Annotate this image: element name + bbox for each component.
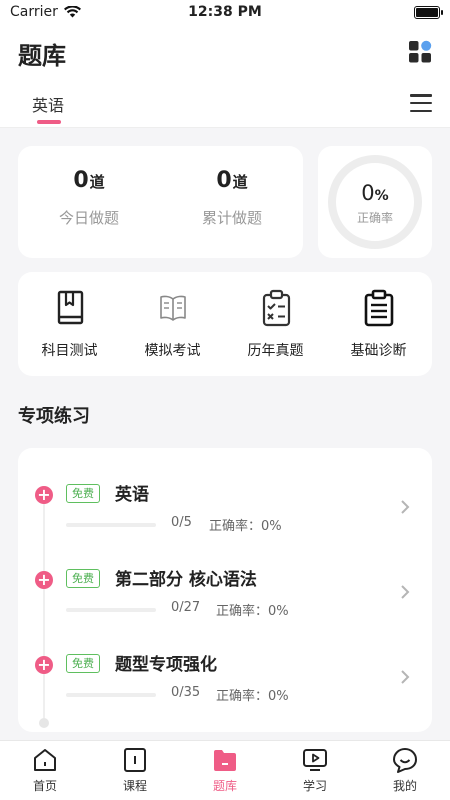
stat-total-label: 累计做题 <box>201 209 262 227</box>
shortcut-diagnosis[interactable]: 基础诊断 <box>327 288 430 360</box>
expand-plus-icon[interactable]: + <box>35 571 53 589</box>
play-icon <box>303 749 327 771</box>
progress-count: 0/5 <box>171 515 192 530</box>
accuracy-value: 0 <box>361 181 375 205</box>
shortcut-past-papers[interactable]: 历年真题 <box>224 288 327 360</box>
tabbar-question-bank-label: 题库 <box>212 779 237 793</box>
subject-tabs: 英语 <box>0 78 450 128</box>
free-badge: 免费 <box>66 569 100 588</box>
free-badge: 免费 <box>66 654 100 673</box>
accuracy-label: 正确率 <box>356 211 393 225</box>
clock: 12:38 PM <box>188 4 262 20</box>
progress-count: 0/35 <box>171 685 201 700</box>
practice-item[interactable]: + 免费 题型专项强化 0/35 正确率：0% <box>18 650 432 720</box>
shortcut-subject-test-label: 科目测试 <box>41 343 98 359</box>
progress-bar <box>66 693 156 697</box>
home-icon <box>34 749 56 771</box>
tabbar-item-question-bank[interactable]: 题库 <box>180 747 270 794</box>
stat-today-value: 0 <box>73 168 89 193</box>
page-header: 题库 <box>0 26 450 78</box>
practice-item[interactable]: + 免费 第二部分 核心语法 0/27 正确率：0% <box>18 565 432 635</box>
apps-grid-icon[interactable] <box>408 40 432 64</box>
practice-item-name: 第二部分 核心语法 <box>115 570 257 590</box>
accuracy-ring: 0% 正确率 <box>328 155 422 249</box>
tabbar-item-study[interactable]: 学习 <box>270 747 360 794</box>
chevron-right-icon[interactable] <box>398 498 412 516</box>
checklist-clipboard-icon <box>262 289 290 327</box>
shortcut-diagnosis-label: 基础诊断 <box>350 343 407 359</box>
shortcut-card: 科目测试 模拟考试 历年真题 基础诊断 <box>18 272 432 376</box>
status-bar: Carrier 12:38 PM <box>0 0 450 26</box>
shortcut-mock-exam[interactable]: 模拟考试 <box>121 288 224 360</box>
stats-card: 0道 今日做题 0道 累计做题 <box>18 146 303 258</box>
tabbar-item-home[interactable]: 首页 <box>0 747 90 794</box>
stat-total-value: 0 <box>216 168 232 193</box>
accuracy-unit: % <box>374 188 389 204</box>
stat-today-label: 今日做题 <box>58 209 119 227</box>
expand-plus-icon[interactable]: + <box>35 656 53 674</box>
document-clipboard-icon <box>364 289 393 327</box>
profile-icon <box>393 748 417 773</box>
practice-item-name: 题型专项强化 <box>115 655 217 675</box>
progress-count: 0/27 <box>171 600 201 615</box>
chevron-right-icon[interactable] <box>398 668 412 686</box>
chevron-right-icon[interactable] <box>398 583 412 601</box>
folder-icon <box>214 750 236 771</box>
practice-list: + 免费 英语 0/5 正确率：0% + 免费 第二部分 核心语法 0/27 正… <box>18 448 432 732</box>
tabbar-item-course[interactable]: 课程 <box>90 747 180 794</box>
open-book-icon <box>159 295 186 321</box>
stat-today: 0道 今日做题 <box>18 168 160 228</box>
course-icon <box>124 748 146 772</box>
tabbar-home-label: 首页 <box>32 779 57 793</box>
progress-bar <box>66 608 156 612</box>
stat-today-unit: 道 <box>89 173 105 191</box>
free-badge: 免费 <box>66 484 100 503</box>
shortcut-past-papers-label: 历年真题 <box>247 343 304 359</box>
tabbar-item-profile[interactable]: 我的 <box>360 747 450 794</box>
book-icon <box>57 290 83 325</box>
tab-active-indicator <box>37 120 61 124</box>
tabbar-study-label: 学习 <box>302 779 327 793</box>
stat-total: 0道 累计做题 <box>161 168 303 228</box>
menu-icon[interactable] <box>410 94 432 112</box>
progress-bar <box>66 523 156 527</box>
accuracy-text: 正确率：0% <box>216 604 289 619</box>
bottom-tab-bar: 首页 课程 题库 学习 我的 <box>0 740 450 800</box>
tabbar-course-label: 课程 <box>122 779 147 793</box>
page-title: 题库 <box>18 42 66 70</box>
practice-item[interactable]: + 免费 英语 0/5 正确率：0% <box>18 480 432 550</box>
shortcut-mock-exam-label: 模拟考试 <box>144 343 201 359</box>
shortcut-subject-test[interactable]: 科目测试 <box>18 288 121 360</box>
practice-item-name: 英语 <box>115 485 149 505</box>
battery-icon <box>414 6 443 19</box>
stat-total-unit: 道 <box>232 173 248 191</box>
accuracy-text: 正确率：0% <box>216 689 289 704</box>
accuracy-text: 正确率：0% <box>209 519 282 534</box>
expand-plus-icon[interactable]: + <box>35 486 53 504</box>
section-title: 专项练习 <box>18 406 90 427</box>
tab-english[interactable]: 英语 <box>32 92 64 116</box>
tabbar-profile-label: 我的 <box>392 779 417 793</box>
accuracy-card: 0% 正确率 <box>318 146 432 258</box>
